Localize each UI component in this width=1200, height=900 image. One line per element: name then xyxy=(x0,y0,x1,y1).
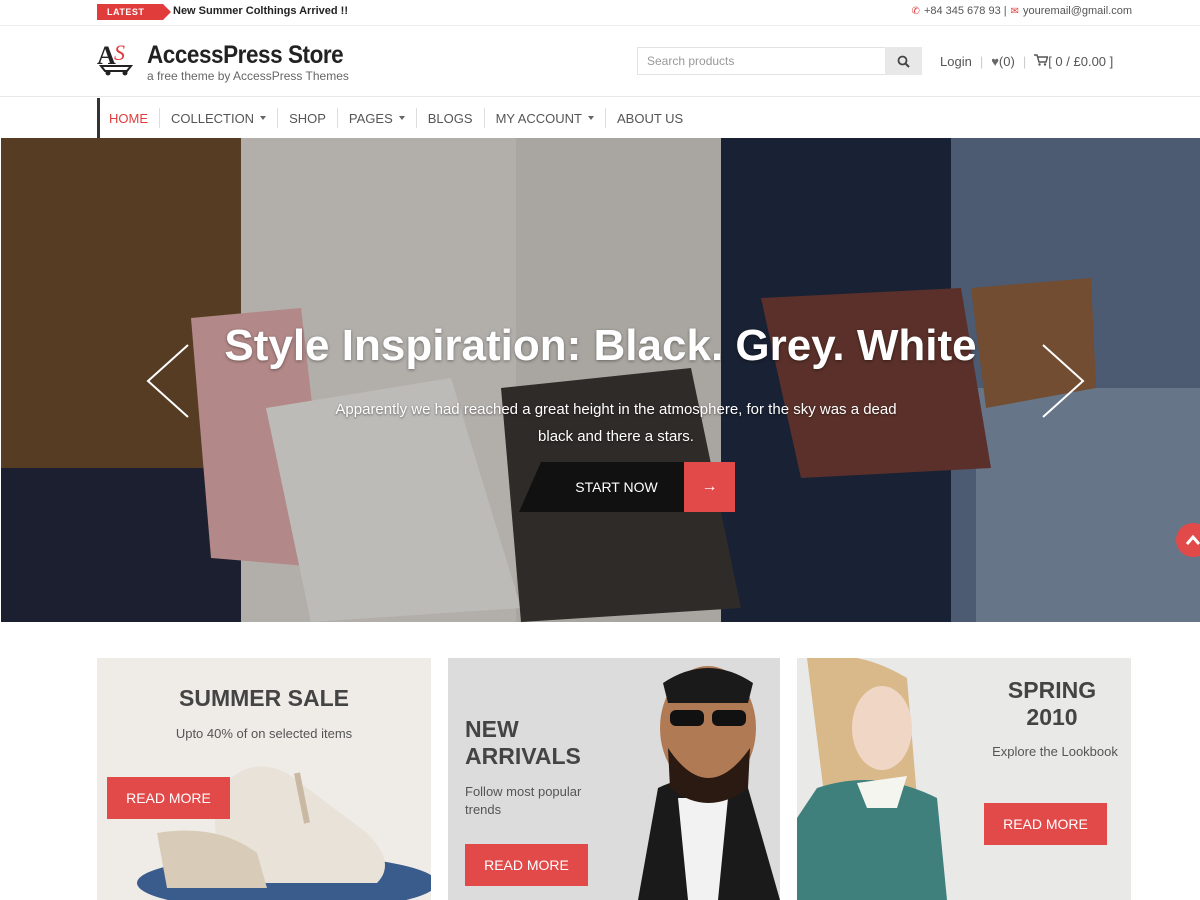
nav-item-shop[interactable]: SHOP xyxy=(278,108,338,128)
promo-title: NEW ARRIVALS xyxy=(465,716,581,770)
promo-title-line: ARRIVALS xyxy=(465,743,581,769)
nav-label: PAGES xyxy=(348,110,393,126)
top-bar: LATEST New Summer Colthings Arrived !! ✆… xyxy=(0,0,1200,26)
chevron-down-icon xyxy=(260,116,267,120)
site-tagline: a free theme by AccessPress Themes xyxy=(147,69,349,83)
nav-item-home[interactable]: HOME xyxy=(100,108,160,128)
scroll-top-icon xyxy=(1185,534,1200,545)
search-input[interactable] xyxy=(637,47,885,75)
cart-summary: [ 0 / £0.00 ] xyxy=(1048,54,1114,69)
hero-subtitle: Apparently we had reached a great height… xyxy=(335,401,897,445)
woman-image xyxy=(797,658,947,900)
wishlist-count: (0) xyxy=(998,54,1015,69)
nav-label: ABOUT US xyxy=(617,110,684,126)
hero-slider: Style Inspiration: Black. Grey. White Ap… xyxy=(1,138,1200,622)
header-links: Login | ♥(0) | [ 0 / £0.00 ] xyxy=(940,54,1113,69)
promo-subtitle: Explore the Lookbook xyxy=(992,744,1118,759)
nav-label: BLOGS xyxy=(427,110,473,126)
main-nav: HOME COLLECTION SHOP PAGES BLOGS MY ACCO… xyxy=(0,98,1200,138)
login-link[interactable]: Login xyxy=(940,54,972,69)
mail-icon: ✉ xyxy=(1010,5,1020,17)
promo-subtitle: Follow most popular trends xyxy=(465,784,582,817)
read-more-button[interactable]: READ MORE xyxy=(107,777,230,819)
site-title[interactable]: AccessPress Store xyxy=(147,41,344,70)
nav-item-pages[interactable]: PAGES xyxy=(338,108,417,128)
nav-label: HOME xyxy=(109,110,148,126)
cart-icon xyxy=(1034,54,1049,66)
promo-card-new-arrivals: NEW ARRIVALS Follow most popular trends R… xyxy=(448,658,780,900)
chevron-down-icon xyxy=(588,116,594,120)
separator: | xyxy=(979,54,984,69)
nav-item-blogs[interactable]: BLOGS xyxy=(417,108,485,128)
nav-item-collection[interactable]: COLLECTION xyxy=(160,108,279,128)
read-more-button[interactable]: READ MORE xyxy=(984,803,1107,845)
site-header: A S AccessPress Store a free theme by Ac… xyxy=(0,27,1200,97)
man-image xyxy=(638,666,780,900)
chevron-down-icon xyxy=(398,116,405,120)
promo-title: SUMMER SALE xyxy=(179,685,349,711)
promo-title-line: SPRING xyxy=(1007,677,1097,703)
nav-item-about-us[interactable]: ABOUT US xyxy=(606,108,694,128)
start-now-button[interactable]: START NOW xyxy=(519,462,684,512)
promo-title-line: NEW xyxy=(465,716,519,742)
heart-icon: ♥ xyxy=(991,54,999,69)
promo-title: SPRING 2010 xyxy=(987,677,1117,731)
arrow-right-icon[interactable]: → xyxy=(684,462,735,512)
promo-card-spring: SPRING 2010 Explore the Lookbook READ MOR… xyxy=(797,658,1131,900)
svg-text:S: S xyxy=(114,40,125,65)
promo-card-summer-sale: SUMMER SALE Upto 40% of on selected item… xyxy=(97,658,431,900)
latest-badge: LATEST xyxy=(97,4,171,20)
news-ticker[interactable]: New Summer Colthings Arrived !! xyxy=(173,5,348,17)
promo-title-line: 2010 xyxy=(1026,704,1078,730)
phone-icon: ✆ xyxy=(911,5,920,17)
contact-info: ✆ +84 345 678 93 | ✉ youremail@gmail.com xyxy=(912,5,1132,17)
read-more-button[interactable]: READ MORE xyxy=(465,844,588,886)
nav-label: COLLECTION xyxy=(171,110,255,126)
email-address[interactable]: youremail@gmail.com xyxy=(1023,5,1132,17)
nav-item-my-account[interactable]: MY ACCOUNT xyxy=(485,108,606,128)
logo-icon[interactable]: A S xyxy=(97,40,139,76)
nav-label: SHOP xyxy=(289,110,326,126)
phone-number: +84 345 678 93 | xyxy=(923,5,1007,17)
separator: | xyxy=(1022,54,1027,69)
wishlist-link[interactable]: ♥(0) xyxy=(991,54,1015,69)
hero-title: Style Inspiration: Black. Grey. White xyxy=(224,321,977,370)
nav-label: MY ACCOUNT xyxy=(495,110,582,126)
sandal-image xyxy=(137,766,431,900)
search-button[interactable] xyxy=(885,47,922,75)
cart-link[interactable]: [ 0 / £0.00 ] xyxy=(1034,54,1113,69)
search-icon xyxy=(897,55,910,68)
promo-subtitle: Upto 40% of on selected items xyxy=(175,726,353,741)
